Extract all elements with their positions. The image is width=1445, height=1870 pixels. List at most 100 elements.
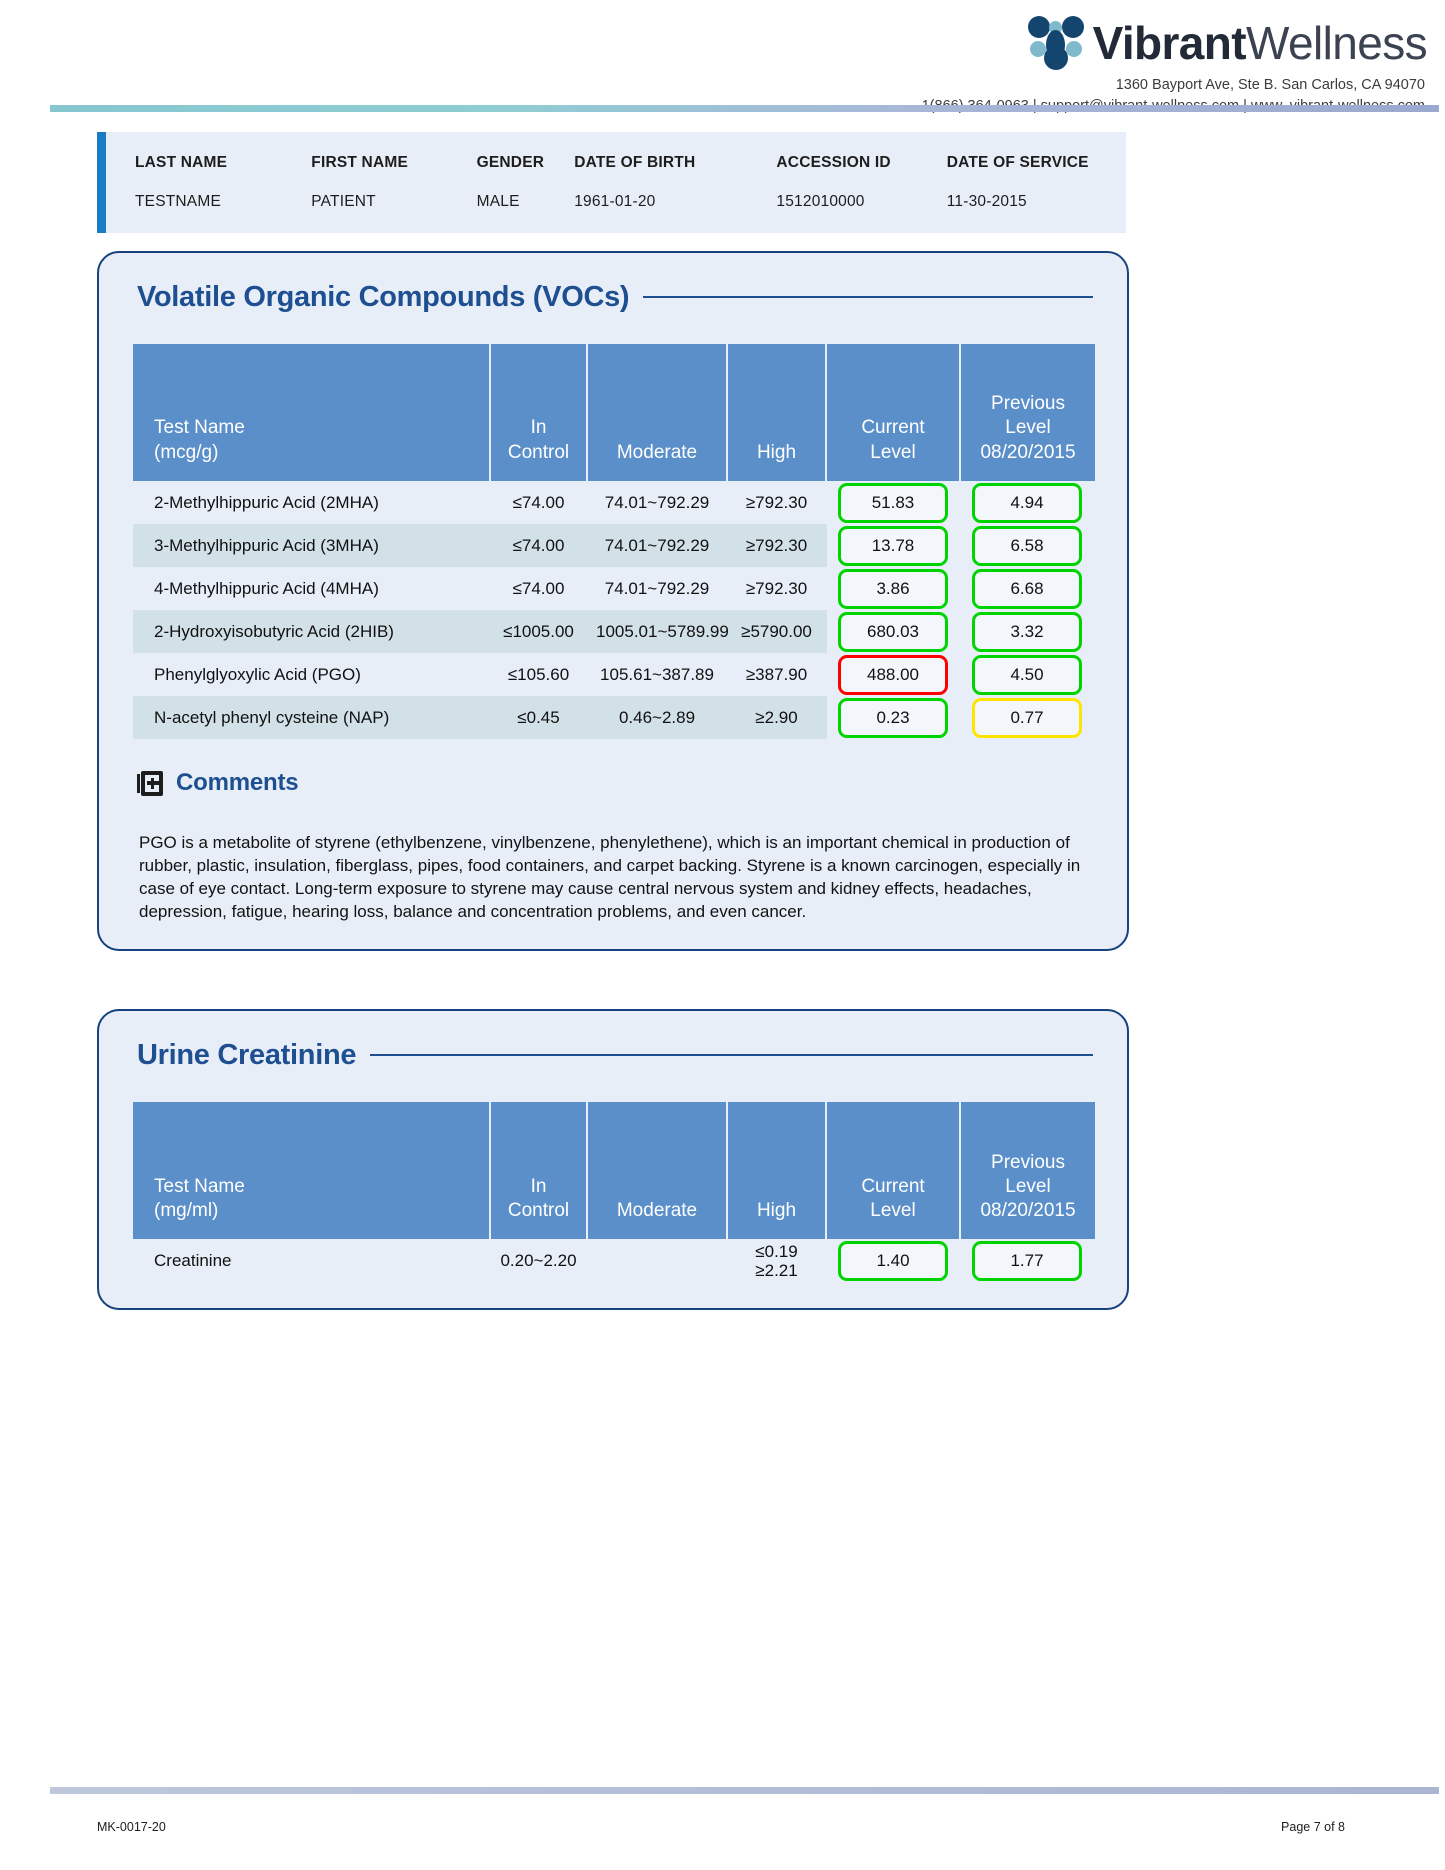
moderate-cell: 74.01~792.29 <box>588 567 728 610</box>
value-date-of-service: 11-30-2015 <box>946 193 1027 210</box>
high-cell: ≥792.30 <box>728 481 827 524</box>
in-control-cell: ≤74.00 <box>491 524 588 567</box>
creatinine-title-underline <box>370 1053 1093 1056</box>
creatinine-col-previous-level: Previous Level 08/20/2015 <box>961 1102 1095 1240</box>
vocs-panel: Volatile Organic Compounds (VOCs) Test N… <box>97 251 1129 952</box>
label-accession-id: ACCESSION ID <box>776 154 891 171</box>
vocs-results-table: Test Name (mcg/g) In Control Moderate Hi… <box>133 344 1095 739</box>
creatinine-col-in-control-line2: Control <box>507 1200 570 1222</box>
creatinine-col-test-name-line2: (mg/ml) <box>154 1200 219 1222</box>
vocs-col-current-line2: Level <box>870 441 916 463</box>
high-cell-stack: ≤0.19 ≥2.21 <box>736 1242 817 1280</box>
vocs-col-previous-line3: 08/20/2015 <box>980 441 1076 463</box>
high-cell: ≥792.30 <box>728 567 827 610</box>
report-page: VibrantWellness 1360 Bayport Ave, Ste B.… <box>0 0 1445 1870</box>
high-cell-line2: ≥2.21 <box>755 1260 798 1280</box>
moderate-cell: 1005.01~5789.99 <box>588 610 729 653</box>
header-divider <box>50 105 1439 112</box>
vocs-col-test-name-line2: (mcg/g) <box>154 441 219 463</box>
result-value-pill-green: 3.86 <box>838 568 948 609</box>
page-footer: MK-0017-20 Page 7 of 8 <box>97 1820 1345 1834</box>
table-row: N-acetyl phenyl cysteine (NAP) ≤0.45 0.46~… <box>133 696 1095 739</box>
result-value-cell: 488.00 <box>827 653 961 696</box>
footer-doc-code: MK-0017-20 <box>97 1820 166 1834</box>
result-value-pill-green: 51.83 <box>838 482 948 523</box>
high-cell: ≤0.19 ≥2.21 <box>728 1239 827 1283</box>
in-control-cell: ≤74.00 <box>491 481 588 524</box>
creatinine-col-moderate: Moderate <box>588 1102 728 1240</box>
vocs-col-moderate: Moderate <box>588 344 728 481</box>
vocs-col-test-name-line1: Test Name <box>154 417 245 439</box>
label-date-of-service: DATE OF SERVICE <box>946 154 1089 171</box>
result-value-pill-green: 3.32 <box>972 611 1082 652</box>
label-gender: GENDER <box>476 154 545 171</box>
value-date-of-birth: 1961-01-20 <box>574 193 656 210</box>
in-control-cell: ≤74.00 <box>491 567 588 610</box>
page-header: VibrantWellness 1360 Bayport Ave, Ste B.… <box>0 0 1445 114</box>
moderate-cell: 74.01~792.29 <box>588 481 728 524</box>
creatinine-table-body: Creatinine 0.20~2.20 ≤0.19 ≥2.21 1.40 1.77 <box>133 1239 1095 1283</box>
label-date-of-birth: DATE OF BIRTH <box>574 154 696 171</box>
vocs-col-in-control-line1: In <box>530 417 547 439</box>
result-value-cell: 3.32 <box>961 610 1095 653</box>
result-value-pill-green: 4.94 <box>972 482 1082 523</box>
result-value-cell: 680.03 <box>827 610 961 653</box>
table-row: 2-Hydroxyisobutyric Acid (2HIB) ≤1005.00 1… <box>133 610 1095 653</box>
patient-info-bar: LAST NAME FIRST NAME GENDER DATE OF BIRT… <box>97 132 1126 233</box>
vocs-col-current-line1: Current <box>861 417 925 439</box>
vocs-col-in-control-line2: Control <box>507 441 570 463</box>
vocs-col-test-name: Test Name (mcg/g) <box>133 344 491 481</box>
vocs-col-in-control: In Control <box>491 344 588 481</box>
comments-text: PGO is a metabolite of styrene (ethylben… <box>139 833 1081 922</box>
brand-name-light: Wellness <box>1246 17 1428 69</box>
result-value-cell: 51.83 <box>827 481 961 524</box>
result-value-pill-green: 6.68 <box>972 568 1082 609</box>
test-name-cell: 2-Hydroxyisobutyric Acid (2HIB) <box>133 610 491 653</box>
result-value-pill-red: 488.00 <box>838 654 948 695</box>
patient-info-labels: LAST NAME FIRST NAME GENDER DATE OF BIRT… <box>97 154 1126 172</box>
result-value-cell: 0.23 <box>827 696 961 739</box>
result-value-cell: 4.50 <box>961 653 1095 696</box>
creatinine-col-test-name: Test Name (mg/ml) <box>133 1102 491 1240</box>
creatinine-col-current-line2: Level <box>870 1200 916 1222</box>
address-line-1: 1360 Bayport Ave, Ste B. San Carlos, CA … <box>1115 77 1425 93</box>
vocs-panel-title: Volatile Organic Compounds (VOCs) <box>137 281 630 313</box>
vocs-col-high: High <box>728 344 827 481</box>
vocs-table-header-row: Test Name (mcg/g) In Control Moderate Hi… <box>133 344 1095 481</box>
result-value-cell: 4.94 <box>961 481 1095 524</box>
comments-title: Comments <box>176 769 299 796</box>
label-first-name: FIRST NAME <box>311 154 408 171</box>
test-name-cell: 2-Methylhippuric Acid (2MHA) <box>133 481 491 524</box>
result-value-pill-green: 0.23 <box>838 697 948 738</box>
test-name-cell: 3-Methylhippuric Acid (3MHA) <box>133 524 491 567</box>
moderate-cell: 74.01~792.29 <box>588 524 728 567</box>
footer-divider <box>50 1787 1439 1794</box>
footer-page-number: Page 7 of 8 <box>1281 1820 1345 1834</box>
creatinine-results-table: Test Name (mg/ml) In Control Moderate Hi… <box>133 1102 1095 1283</box>
value-accession-id: 1512010000 <box>776 193 865 210</box>
vibrant-wellness-logo-icon <box>1025 12 1087 74</box>
result-value-cell: 1.40 <box>827 1239 961 1282</box>
value-gender: MALE <box>476 193 520 210</box>
high-cell: ≥2.90 <box>728 696 827 739</box>
high-cell-line1: ≤0.19 <box>755 1241 798 1261</box>
creatinine-col-current-level: Current Level <box>827 1102 961 1240</box>
creatinine-title-row: Urine Creatinine <box>133 1039 1093 1072</box>
value-last-name: TESTNAME <box>135 193 221 210</box>
in-control-cell: ≤105.60 <box>491 653 588 696</box>
test-name-cell: N-acetyl phenyl cysteine (NAP) <box>133 696 491 739</box>
result-value-cell: 13.78 <box>827 524 961 567</box>
result-value-cell: 6.68 <box>961 567 1095 610</box>
vocs-title-row: Volatile Organic Compounds (VOCs) <box>133 281 1093 314</box>
moderate-cell <box>588 1239 728 1283</box>
vocs-col-previous-line1: Previous <box>991 393 1065 415</box>
high-cell: ≥5790.00 <box>728 610 827 653</box>
creatinine-col-test-name-line1: Test Name <box>154 1175 245 1197</box>
comments-header: Comments <box>133 769 1093 797</box>
creatinine-col-current-line1: Current <box>861 1175 925 1197</box>
table-row: Creatinine 0.20~2.20 ≤0.19 ≥2.21 1.40 1.77 <box>133 1239 1095 1283</box>
creatinine-col-in-control: In Control <box>491 1102 588 1240</box>
in-control-cell: ≤0.45 <box>491 696 588 739</box>
result-value-pill-green: 680.03 <box>838 611 948 652</box>
high-cell: ≥792.30 <box>728 524 827 567</box>
